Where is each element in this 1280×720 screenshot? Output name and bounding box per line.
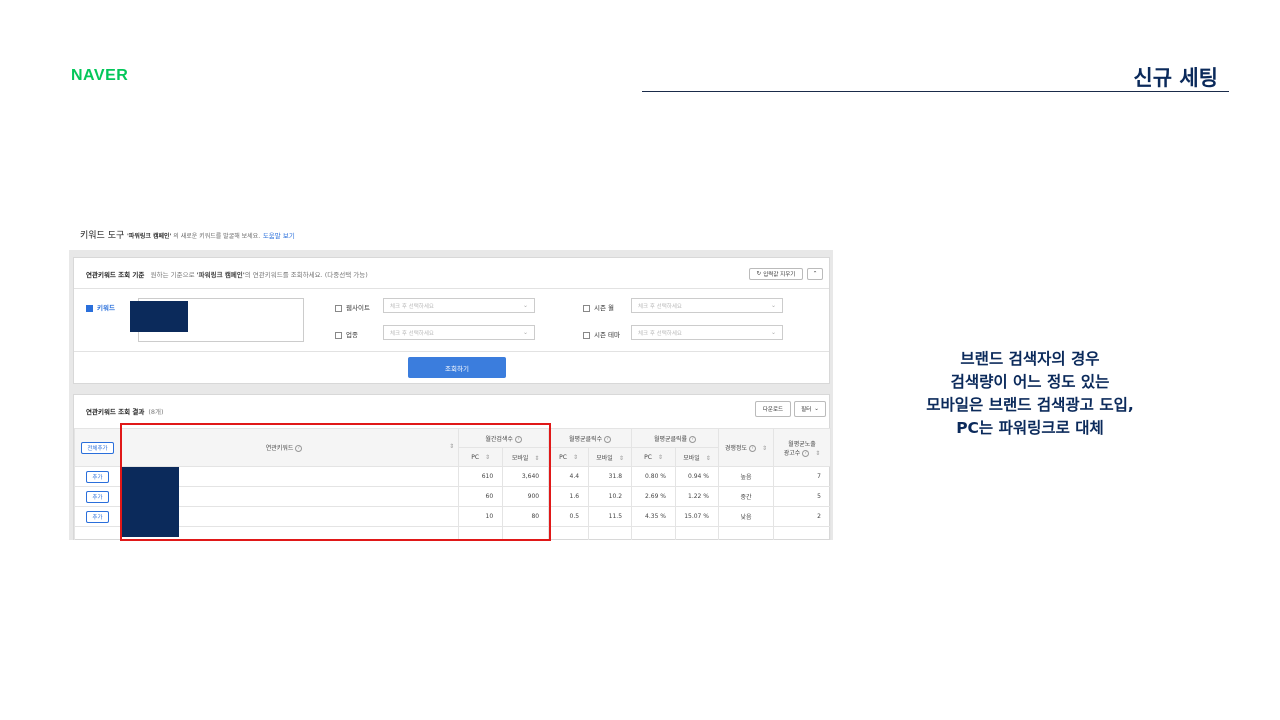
- click-mobile-cell: 31.8: [588, 466, 633, 487]
- divider: [74, 351, 829, 352]
- sort-icon[interactable]: ⇕: [573, 454, 578, 461]
- slide: NAVER 신규 세팅 키워드 도구 '파워링크 캠페인' 의 새로운 키워드를…: [0, 0, 1280, 720]
- checkbox-checked-icon: [86, 304, 93, 312]
- avg-ctr-header: 월평균클릭률?: [631, 428, 719, 448]
- website-select[interactable]: 체크 후 선택하세요 ⌄: [383, 298, 535, 313]
- sort-icon[interactable]: ⇕: [762, 445, 767, 452]
- season-theme-checkbox[interactable]: 시즌 테마: [583, 329, 620, 339]
- sort-icon[interactable]: ⇕: [706, 455, 711, 462]
- add-all-button[interactable]: 전체추가: [81, 441, 114, 454]
- checkbox-icon: [335, 304, 342, 312]
- collapse-button[interactable]: ⌃: [807, 268, 823, 280]
- title-underline: [642, 91, 1229, 92]
- add-keyword-button[interactable]: 추가: [86, 490, 109, 503]
- click-pc-cell: 1.6: [548, 486, 590, 507]
- competition-cell: 중간: [717, 486, 774, 507]
- chevron-down-icon: ⌄: [522, 302, 528, 309]
- checkbox-icon: [583, 304, 590, 312]
- keyword-checkbox[interactable]: 키워드: [86, 302, 115, 312]
- help-link[interactable]: 도움말 보기: [263, 232, 295, 240]
- industry-checkbox[interactable]: 업종: [335, 329, 358, 339]
- sort-icon[interactable]: ⇕: [658, 454, 663, 461]
- criteria-title: 연관키워드 조회 기준 원하는 기준으로 '파워링크 캠페인'의 연관키워드를 …: [86, 271, 368, 279]
- slide-title: 신규 세팅: [1133, 66, 1218, 90]
- naver-logo: NAVER: [71, 67, 129, 84]
- help-icon[interactable]: ?: [802, 449, 810, 457]
- tool-subtitle: '파워링크 캠페인' 의 새로운 키워드를 발굴해 보세요.: [126, 233, 261, 240]
- results-title: 연관키워드 조회 결과 (8개): [86, 408, 164, 416]
- sort-icon[interactable]: ⇕: [619, 455, 624, 462]
- ctr-mobile-cell: 1.22 %: [675, 486, 719, 507]
- ads-cell: 2: [772, 506, 832, 527]
- ctr-mobile-header[interactable]: 모바일 ⇕: [675, 447, 719, 467]
- help-icon[interactable]: ?: [749, 445, 756, 452]
- chevron-down-icon: ⌄: [814, 406, 819, 412]
- highlight-box: [120, 423, 551, 541]
- chevron-down-icon: ⌄: [770, 329, 776, 336]
- competition-cell: 높음: [717, 466, 774, 487]
- divider: [74, 288, 829, 289]
- callout-line: 브랜드 검색자의 경우: [960, 350, 1100, 368]
- filter-button[interactable]: 필터 ⌄: [794, 401, 826, 417]
- chevron-down-icon: ⌄: [522, 329, 528, 336]
- website-checkbox[interactable]: 웹사이트: [335, 302, 370, 312]
- season-month-checkbox[interactable]: 시즌 월: [583, 302, 614, 312]
- checkbox-icon: [583, 331, 590, 339]
- click-pc-cell: 0.5: [548, 506, 590, 527]
- reset-input-button[interactable]: ↻ 입력값 지우기: [749, 268, 803, 280]
- ctr-mobile-cell: 15.07 %: [675, 506, 719, 527]
- ctr-pc-header[interactable]: PC ⇕: [631, 447, 676, 467]
- callout-line: 모바일은 브랜드 검색광고 도입,: [926, 396, 1134, 414]
- ctr-pc-cell: 0.80 %: [631, 466, 676, 487]
- add-keyword-button[interactable]: 추가: [86, 510, 109, 523]
- add-all-header: 전체추가: [74, 428, 121, 467]
- clicks-pc-header[interactable]: PC ⇕: [548, 447, 590, 467]
- ads-cell: 5: [772, 486, 832, 507]
- competition-cell: 낮음: [717, 506, 774, 527]
- ads-cell: 7: [772, 466, 832, 487]
- avg-ads-header[interactable]: 월평균노출 광고수? ⇕: [772, 428, 832, 467]
- help-icon[interactable]: ?: [689, 435, 697, 443]
- redacted-keyword: [130, 301, 188, 332]
- click-mobile-cell: 10.2: [588, 486, 633, 507]
- ctr-pc-cell: 2.69 %: [631, 486, 676, 507]
- competition-header[interactable]: 경쟁정도? ⇕: [717, 428, 774, 467]
- ctr-mobile-cell: 0.94 %: [675, 466, 719, 487]
- search-button[interactable]: 조회하기: [408, 357, 506, 378]
- clicks-mobile-header[interactable]: 모바일 ⇕: [588, 447, 633, 467]
- season-theme-select[interactable]: 체크 후 선택하세요 ⌄: [631, 325, 783, 340]
- help-icon[interactable]: ?: [604, 435, 612, 443]
- download-button[interactable]: 다운로드: [755, 401, 791, 417]
- callout-line: PC는 파워링크로 대체: [956, 419, 1104, 437]
- tool-title: 키워드 도구: [80, 231, 125, 241]
- chevron-down-icon: ⌄: [770, 302, 776, 309]
- avg-clicks-header: 월평균클릭수?: [548, 428, 633, 448]
- criteria-panel: 연관키워드 조회 기준 원하는 기준으로 '파워링크 캠페인'의 연관키워드를 …: [73, 257, 830, 384]
- tool-header: 키워드 도구 '파워링크 캠페인' 의 새로운 키워드를 발굴해 보세요. 도움…: [80, 228, 295, 241]
- callout-line: 검색량이 어느 정도 있는: [950, 373, 1110, 391]
- checkbox-icon: [335, 331, 342, 339]
- click-mobile-cell: 11.5: [588, 506, 633, 527]
- click-pc-cell: 4.4: [548, 466, 590, 487]
- industry-select[interactable]: 체크 후 선택하세요 ⌄: [383, 325, 535, 340]
- season-month-select[interactable]: 체크 후 선택하세요 ⌄: [631, 298, 783, 313]
- sort-icon[interactable]: ⇕: [815, 450, 820, 457]
- ctr-pc-cell: 4.35 %: [631, 506, 676, 527]
- add-keyword-button[interactable]: 추가: [86, 470, 109, 483]
- refresh-icon: ↻: [756, 271, 762, 277]
- callout-text: 브랜드 검색자의 경우 검색량이 어느 정도 있는 모바일은 브랜드 검색광고 …: [895, 348, 1165, 440]
